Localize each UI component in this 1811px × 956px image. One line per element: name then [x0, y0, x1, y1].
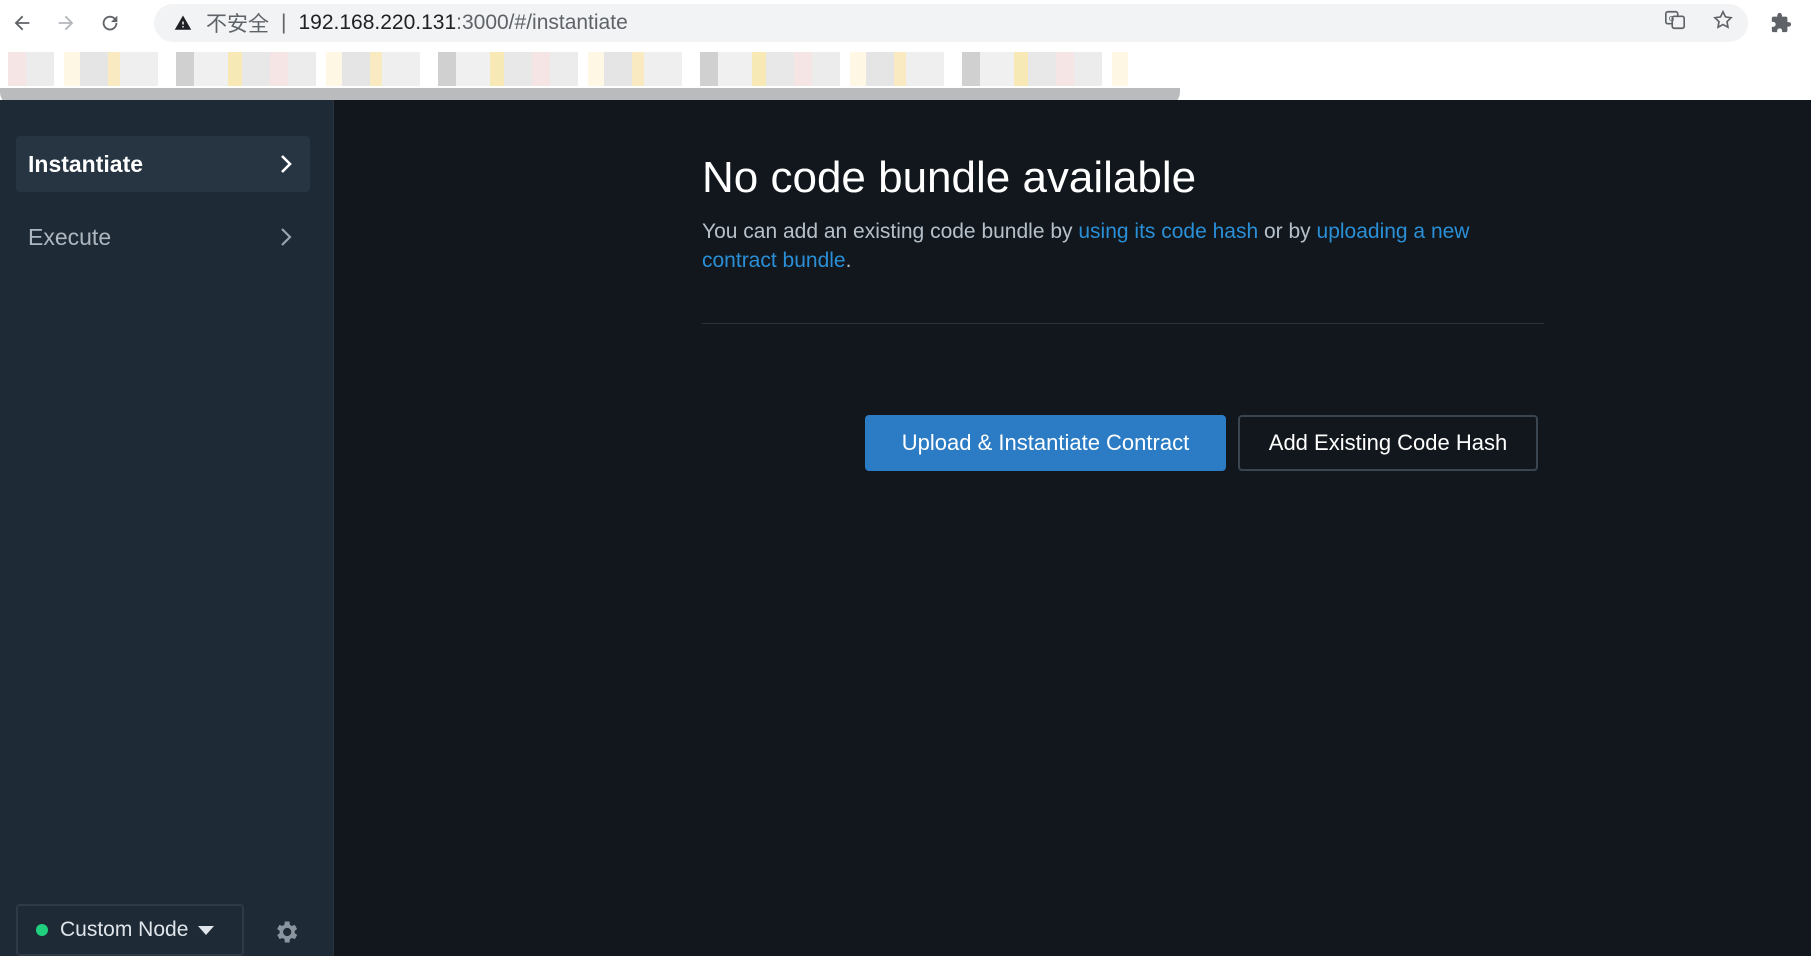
page-title: No code bundle available	[702, 153, 1197, 202]
browser-toolbar: 不安全 | 192.168.220.131:3000/#/instantiate…	[0, 0, 1811, 46]
add-code-hash-button[interactable]: Add Existing Code Hash	[1238, 415, 1538, 471]
sidebar-item-label: Execute	[28, 223, 112, 250]
description-text: You can add an existing code bundle by	[702, 219, 1079, 243]
insecure-label: 不安全	[206, 13, 269, 36]
node-status-indicator	[36, 924, 48, 936]
description-text: .	[845, 248, 852, 272]
star-icon[interactable]	[1712, 9, 1734, 37]
warning-icon	[172, 12, 194, 34]
address-bar[interactable]: 不安全 | 192.168.220.131:3000/#/instantiate…	[154, 4, 1748, 42]
back-button[interactable]	[0, 0, 44, 46]
back-arrow-icon	[14, 15, 30, 31]
sidebar-item-instantiate[interactable]: Instantiate	[16, 136, 310, 192]
extensions-icon	[1771, 12, 1792, 33]
code-hash-link[interactable]: using its code hash	[1078, 220, 1258, 243]
reload-icon	[102, 15, 118, 31]
extensions-button[interactable]	[1761, 0, 1801, 46]
svg-text:G: G	[1669, 14, 1675, 23]
gear-icon	[277, 921, 298, 943]
settings-button[interactable]	[270, 916, 302, 948]
chevron-right-icon	[276, 154, 296, 174]
sidebar-item-execute[interactable]: Execute	[16, 209, 310, 265]
caret-down-icon	[198, 925, 215, 935]
upload-instantiate-button[interactable]: Upload & Instantiate Contract	[865, 415, 1226, 471]
empty-state: No code bundle available You can add an …	[702, 152, 1544, 471]
reload-button[interactable]	[88, 0, 132, 46]
url-path: :3000/#/instantiate	[456, 11, 628, 34]
empty-state-description: You can add an existing code bundle by u…	[702, 217, 1544, 275]
forward-arrow-icon	[58, 15, 74, 31]
bookmarks-blurred	[8, 52, 1128, 86]
divider	[702, 322, 1544, 324]
forward-button[interactable]	[44, 0, 88, 46]
node-selector-label: Custom Node	[60, 918, 189, 941]
sidebar: Instantiate Execute Custom Node	[0, 100, 334, 956]
main-content: No code bundle available You can add an …	[334, 100, 1811, 956]
sidebar-item-label: Instantiate	[28, 150, 144, 177]
description-text: or by	[1258, 219, 1317, 243]
url-host: 192.168.220.131	[298, 11, 457, 34]
node-selector[interactable]: Custom Node	[16, 904, 244, 956]
url-separator: |	[281, 11, 287, 34]
action-buttons: Upload & Instantiate Contract Add Existi…	[865, 415, 1538, 471]
translate-icon[interactable]: G	[1664, 9, 1686, 37]
app-root: Instantiate Execute Custom Node No code …	[0, 100, 1811, 956]
chevron-right-icon	[276, 227, 296, 247]
